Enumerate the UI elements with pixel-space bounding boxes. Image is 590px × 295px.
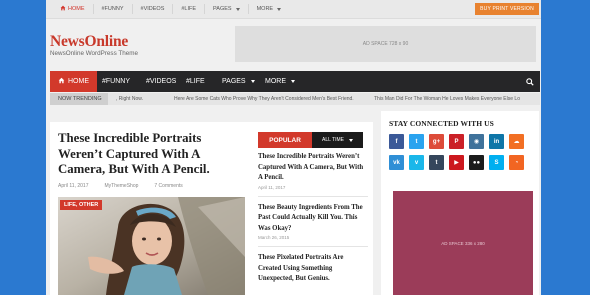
popular-item-title[interactable]: These Beauty Ingredients From The Past C… bbox=[258, 203, 368, 235]
home-icon bbox=[60, 5, 66, 13]
buy-print-button[interactable]: BUY PRINT VERSION bbox=[475, 3, 539, 15]
top-nav-funny[interactable]: #FUNNY bbox=[94, 4, 133, 14]
main-nav-more[interactable]: MORE bbox=[265, 71, 295, 92]
top-nav-pages[interactable]: PAGES bbox=[205, 4, 249, 14]
flickr-icon[interactable]: ●● bbox=[469, 155, 484, 170]
sidebar-ad-space[interactable]: AD SPACE 336 x 280 bbox=[393, 191, 533, 295]
trending-item[interactable]: This Man Did For The Woman He Loves Make… bbox=[374, 93, 520, 105]
popular-tabs: POPULAR ALL TIME bbox=[258, 132, 363, 148]
trending-label: NOW TRENDING bbox=[50, 93, 108, 105]
main-nav: HOME #FUNNY #VIDEOS #LIFE PAGES MORE bbox=[50, 71, 540, 92]
popular-item-date: April 11, 2017 bbox=[258, 184, 286, 190]
top-nav-life-label: #LIFE bbox=[181, 6, 197, 12]
article-comments[interactable]: 7 Comments bbox=[154, 183, 182, 189]
main-nav-videos-label: #VIDEOS bbox=[146, 78, 177, 85]
article-category-badge[interactable]: LIFE, OTHER bbox=[60, 200, 103, 210]
main-nav-videos[interactable]: #VIDEOS bbox=[146, 71, 176, 92]
article-meta: April 11, 2017 MyThemeShop 7 Comments bbox=[58, 183, 183, 189]
home-icon bbox=[58, 77, 65, 86]
chevron-down-icon bbox=[250, 80, 255, 83]
main-nav-home[interactable]: HOME bbox=[50, 71, 97, 92]
facebook-icon[interactable]: f bbox=[389, 134, 404, 149]
google-plus-icon[interactable]: g+ bbox=[429, 134, 444, 149]
trending-item[interactable]: Here Are Some Cats Who Prove Why They Ar… bbox=[174, 93, 354, 105]
site-logo[interactable]: NewsOnline bbox=[50, 33, 128, 51]
rss-icon[interactable]: ◔ bbox=[509, 155, 524, 170]
main-content: These Incredible Portraits Weren’t Captu… bbox=[50, 122, 373, 295]
twitter-icon[interactable]: t bbox=[409, 134, 424, 149]
chevron-down-icon bbox=[348, 138, 353, 142]
top-nav-life[interactable]: #LIFE bbox=[173, 4, 206, 14]
popular-item-title[interactable]: These Pixelated Portraits Are Created Us… bbox=[258, 253, 368, 285]
chevron-down-icon bbox=[235, 7, 240, 11]
main-nav-pages-label: PAGES bbox=[222, 78, 246, 85]
top-nav-videos-label: #VIDEOS bbox=[140, 6, 165, 12]
main-nav-more-label: MORE bbox=[265, 78, 286, 85]
header-ad-space[interactable]: AD SPACE 728 x 90 bbox=[235, 26, 536, 62]
search-button[interactable] bbox=[520, 71, 540, 92]
top-bar: HOME #FUNNY #VIDEOS #LIFE PAGES MORE BUY… bbox=[46, 0, 541, 19]
pinterest-icon[interactable]: P bbox=[449, 134, 464, 149]
top-nav-home[interactable]: HOME bbox=[52, 4, 94, 14]
browser-page: HOME #FUNNY #VIDEOS #LIFE PAGES MORE BUY… bbox=[46, 0, 541, 295]
list-item[interactable]: These Incredible Portraits Weren’t Captu… bbox=[258, 152, 368, 197]
youtube-icon[interactable]: ▶ bbox=[449, 155, 464, 170]
skype-icon[interactable]: S bbox=[489, 155, 504, 170]
article-title[interactable]: These Incredible Portraits Weren’t Captu… bbox=[58, 131, 233, 178]
article-author[interactable]: MyThemeShop bbox=[104, 183, 138, 189]
top-nav-home-label: HOME bbox=[68, 6, 85, 12]
trending-item[interactable]: , Right Now. bbox=[116, 93, 143, 105]
social-heading: STAY CONNECTED WITH US bbox=[389, 119, 494, 128]
trending-bar: NOW TRENDING , Right Now. Here Are Some … bbox=[50, 93, 540, 105]
main-nav-life[interactable]: #LIFE bbox=[186, 71, 205, 92]
top-nav-more-label: MORE bbox=[256, 6, 274, 12]
main-nav-home-label: HOME bbox=[68, 78, 89, 85]
tab-all-time-label: ALL TIME bbox=[322, 137, 344, 143]
social-icons: f t g+ P ◉ in ☁ vk v t ▶ ●● S ◔ bbox=[389, 134, 539, 170]
main-nav-funny[interactable]: #FUNNY bbox=[102, 71, 130, 92]
main-nav-life-label: #LIFE bbox=[186, 78, 205, 85]
top-nav-funny-label: #FUNNY bbox=[101, 6, 124, 12]
article-featured-image[interactable] bbox=[58, 197, 245, 295]
sidebar: STAY CONNECTED WITH US f t g+ P ◉ in ☁ vk v t ▶ ●● S… bbox=[381, 111, 539, 295]
vk-icon[interactable]: vk bbox=[389, 155, 404, 170]
instagram-icon[interactable]: ◉ bbox=[469, 134, 484, 149]
article-date: April 11, 2017 bbox=[58, 183, 89, 189]
linkedin-icon[interactable]: in bbox=[489, 134, 504, 149]
popular-item-date: March 26, 2015 bbox=[258, 235, 290, 240]
popular-item-title[interactable]: These Incredible Portraits Weren’t Captu… bbox=[258, 152, 368, 184]
main-nav-funny-label: #FUNNY bbox=[102, 78, 131, 85]
top-nav-more[interactable]: MORE bbox=[249, 4, 290, 14]
chevron-down-icon bbox=[291, 80, 295, 83]
vimeo-icon[interactable]: v bbox=[409, 155, 424, 170]
top-nav: HOME #FUNNY #VIDEOS #LIFE PAGES MORE bbox=[52, 0, 289, 18]
popular-list: These Incredible Portraits Weren’t Captu… bbox=[258, 152, 368, 295]
list-item[interactable]: These Pixelated Portraits Are Created Us… bbox=[258, 253, 368, 291]
tumblr-icon[interactable]: t bbox=[429, 155, 444, 170]
tab-popular[interactable]: POPULAR bbox=[258, 132, 312, 148]
soundcloud-icon[interactable]: ☁ bbox=[509, 134, 524, 149]
list-item[interactable]: These Beauty Ingredients From The Past C… bbox=[258, 203, 368, 247]
tab-all-time[interactable]: ALL TIME bbox=[312, 132, 363, 148]
top-nav-videos[interactable]: #VIDEOS bbox=[133, 4, 174, 14]
chevron-down-icon bbox=[277, 7, 282, 11]
top-nav-pages-label: PAGES bbox=[213, 6, 232, 12]
search-icon bbox=[526, 73, 534, 91]
main-nav-pages[interactable]: PAGES bbox=[222, 71, 255, 92]
site-tagline: NewsOnline WordPress Theme bbox=[50, 50, 138, 57]
